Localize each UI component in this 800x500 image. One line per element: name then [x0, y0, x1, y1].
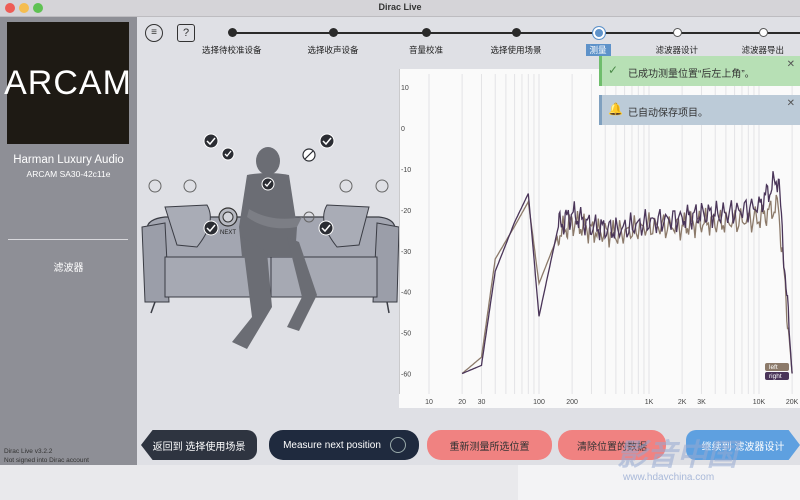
step-marker-0[interactable] — [228, 28, 237, 37]
remeasure-button[interactable]: 重新测量所选位置 — [427, 430, 552, 460]
timer-icon — [390, 437, 406, 453]
device-logo: ARCAM — [4, 22, 131, 144]
notification-success: ✓ 已成功测量位置“后左上角”。 ✕ — [599, 56, 800, 86]
y-tick-label: -20 — [401, 208, 411, 215]
next-position-label: NEXT — [220, 230, 236, 236]
notification-success-text: 已成功测量位置“后左上角”。 — [628, 69, 755, 80]
signin-status: Not signed into Dirac account — [4, 457, 89, 464]
x-tick-label: 10K — [753, 399, 766, 406]
legend-label-right: right — [769, 373, 782, 380]
step-label-3: 选择使用场景 — [490, 45, 542, 55]
step-marker-6[interactable] — [759, 28, 768, 37]
app-window: Dirac Live ARCAM Harman Luxury Audio ARC… — [0, 0, 800, 465]
series-line-left — [461, 194, 793, 375]
help-icon: ? — [182, 27, 190, 39]
window-title: Dirac Live — [378, 2, 422, 12]
step-label-4: 测量 — [585, 44, 611, 56]
y-tick-label: 0 — [401, 126, 405, 133]
step-marker-4[interactable] — [592, 26, 606, 40]
x-tick-label: 2K — [678, 399, 687, 406]
sidebar-item-filters[interactable]: 滤波器 — [0, 259, 137, 274]
x-tick-label: 200 — [566, 399, 578, 406]
step-label-6: 滤波器导出 — [741, 45, 785, 55]
bell-icon: 🔔 — [608, 102, 623, 116]
watermark-logo: 影音中国 — [617, 439, 737, 472]
series-line-right — [461, 171, 793, 375]
x-tick-label: 1K — [645, 399, 654, 406]
y-tick-label: 10 — [401, 85, 409, 92]
notification-info: 🔔 已自动保存项目。 ✕ — [599, 95, 800, 125]
menu-icon: ≡ — [151, 27, 157, 38]
step-label-2: 音量校准 — [409, 45, 444, 55]
remeasure-label: 重新测量所选位置 — [449, 441, 530, 453]
y-tick-label: -10 — [401, 167, 411, 174]
x-tick-label: 30 — [478, 399, 486, 406]
y-tick-label: -40 — [401, 290, 411, 297]
listening-scene: NEXT — [141, 133, 399, 349]
watermark-url: www.hdavchina.com — [623, 472, 715, 483]
x-tick-label: 10 — [425, 399, 433, 406]
sidebar-divider — [8, 239, 128, 240]
step-marker-2[interactable] — [422, 28, 431, 37]
title-bar: Dirac Live — [0, 0, 800, 17]
y-tick-label: -50 — [401, 331, 411, 338]
close-icon[interactable]: ✕ — [787, 98, 795, 109]
sidebar: ARCAM Harman Luxury Audio ARCAM SA30-42c… — [0, 17, 137, 465]
x-tick-label: 3K — [697, 399, 706, 406]
step-marker-3[interactable] — [512, 28, 521, 37]
close-icon[interactable]: ✕ — [787, 59, 795, 70]
x-tick-label: 20 — [458, 399, 466, 406]
y-tick-label: -60 — [401, 372, 411, 379]
legend-label-left: left — [769, 364, 778, 371]
x-tick-label: 100 — [533, 399, 545, 406]
help-button[interactable]: ? — [177, 24, 195, 42]
step-label-5: 滤波器设计 — [655, 45, 699, 55]
version-text: Dirac Live v3.2.2 — [4, 448, 53, 455]
check-icon: ✓ — [608, 63, 619, 77]
step-marker-5[interactable] — [673, 28, 682, 37]
notification-info-text: 已自动保存项目。 — [628, 108, 708, 119]
step-marker-1[interactable] — [329, 28, 338, 37]
device-brand: Harman Luxury Audio — [13, 154, 124, 166]
y-tick-label: -30 — [401, 249, 411, 256]
back-button-label: 返回到 选择使用场景 — [152, 441, 246, 453]
step-label-0: 选择待校准设备 — [202, 45, 262, 55]
x-tick-label: 20K — [786, 399, 799, 406]
back-button[interactable]: 返回到 选择使用场景 — [141, 430, 257, 460]
measure-next-label: Measure next position — [283, 439, 381, 451]
measure-next-button[interactable]: Measure next position — [269, 430, 419, 460]
menu-button[interactable]: ≡ — [145, 24, 163, 42]
device-model: ARCAM SA30-42c11e — [26, 169, 111, 179]
main-panel: ≡ ? 选择待校准设备 选择收声设备 音量校准 选择使用场景 测量 滤波器设计 滤波器导出 — [137, 17, 800, 465]
step-label-1: 选择收声设备 — [307, 45, 359, 55]
